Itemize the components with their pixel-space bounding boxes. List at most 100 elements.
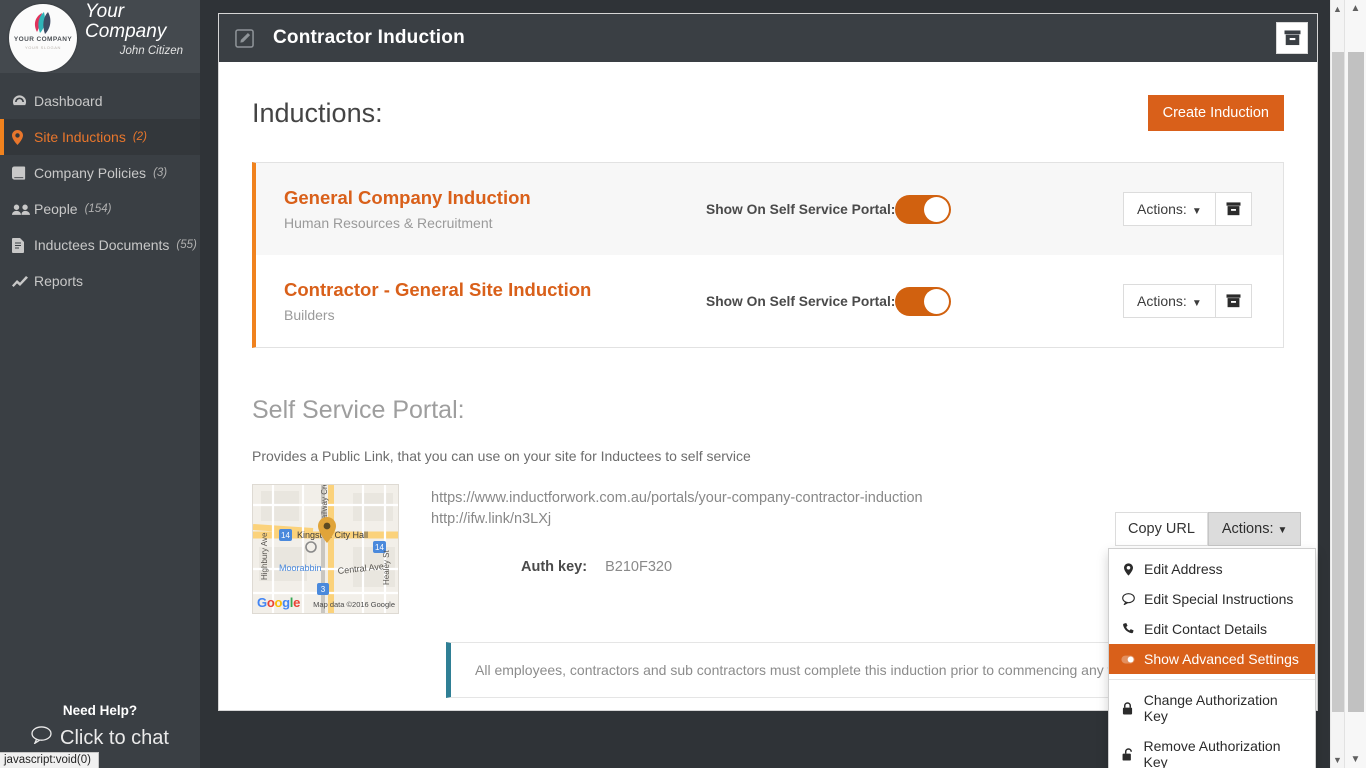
- archive-box-icon: [1226, 294, 1241, 308]
- scroll-up-icon[interactable]: ▲: [1331, 0, 1344, 17]
- browser-scrollbar-thumb[interactable]: [1348, 52, 1364, 712]
- portal-description: Provides a Public Link, that you can use…: [252, 448, 751, 464]
- portal-url-long[interactable]: https://www.inductforwork.com.au/portals…: [431, 488, 1284, 509]
- menu-item-edit-address[interactable]: Edit Address: [1109, 554, 1315, 584]
- induction-archive-button[interactable]: [1215, 192, 1252, 226]
- sidebar-item-count: (154): [84, 203, 112, 215]
- actions-label: Actions:: [1137, 293, 1187, 309]
- map-label-moorabbin: Moorabbin: [279, 563, 322, 573]
- map-street-healey: Healey St: [382, 550, 391, 585]
- panel-header: Contractor Induction: [219, 14, 1317, 62]
- toggle-label: Show On Self Service Portal:: [706, 201, 896, 217]
- copy-url-button[interactable]: Copy URL: [1115, 512, 1208, 546]
- book-icon: [12, 166, 32, 180]
- toggle-label: Show On Self Service Portal:: [706, 293, 896, 309]
- sidebar-item-count: (55): [176, 239, 197, 251]
- scroll-down-icon[interactable]: ▼: [1345, 751, 1366, 768]
- logo-tagline: YOUR SLOGAN: [25, 45, 61, 50]
- induction-row: Contractor - General Site Induction Buil…: [256, 255, 1283, 347]
- archive-box-icon: [1226, 202, 1241, 216]
- sidebar-item-company-policies[interactable]: Company Policies (3): [0, 155, 200, 191]
- brand-text: Your Company John Citizen: [85, 1, 189, 58]
- help-title: Need Help?: [62, 703, 138, 718]
- sidebar-nav: Dashboard Site Inductions (2) Company Po…: [0, 83, 200, 299]
- sidebar-item-label: Company Policies: [34, 165, 147, 181]
- inner-scrollbar[interactable]: ▲ ▼: [1330, 0, 1344, 768]
- sidebar-item-reports[interactable]: Reports: [0, 263, 200, 299]
- menu-item-change-authorization-key[interactable]: Change Authorization Key: [1109, 685, 1315, 731]
- induction-toggle-col: Show On Self Service Portal:: [706, 194, 1123, 224]
- map-route-a: 14: [281, 531, 290, 540]
- click-to-chat-button[interactable]: Click to chat: [0, 726, 200, 750]
- create-induction-button[interactable]: Create Induction: [1147, 95, 1284, 131]
- company-name: Your Company: [85, 1, 167, 42]
- induction-toggle-col: Show On Self Service Portal:: [706, 286, 1123, 316]
- induction-actions-col: Actions: ▼: [1123, 284, 1283, 318]
- map-attribution: Map data ©2016 Google: [313, 600, 395, 609]
- induction-action-group: Actions: ▼: [1123, 284, 1252, 318]
- panel-archive-button[interactable]: [1276, 22, 1308, 54]
- show-on-portal-toggle[interactable]: [895, 286, 952, 316]
- map-street-highbury: Highbury Ave: [260, 532, 269, 580]
- caret-down-icon: ▼: [1277, 525, 1288, 536]
- sidebar-item-people[interactable]: People (154): [0, 191, 200, 227]
- map-thumbnail[interactable]: 14 14 3 Kingston City Hall Moorabbin Cen…: [252, 484, 399, 614]
- map-pin-icon: [1121, 562, 1135, 576]
- comment-icon: [1121, 593, 1135, 605]
- sidebar-item-inductees-documents[interactable]: Inductees Documents (55): [0, 227, 200, 263]
- portal-title: Self Service Portal:: [252, 396, 465, 424]
- help-block: Need Help? Click to chat: [0, 703, 200, 750]
- logo-company-name: YOUR COMPANY: [13, 36, 73, 43]
- app-root: YOUR COMPANY YOUR SLOGAN Your Company Jo…: [0, 0, 1366, 768]
- sidebar-item-label: Dashboard: [34, 93, 103, 109]
- map-route-c: 3: [321, 585, 326, 594]
- induction-title[interactable]: General Company Induction: [284, 187, 706, 209]
- caret-down-icon: ▼: [1191, 298, 1202, 309]
- unlock-icon: [1121, 747, 1135, 761]
- menu-item-label: Remove Authorization Key: [1143, 738, 1281, 768]
- actions-label: Actions:: [1221, 521, 1274, 537]
- induction-actions-button[interactable]: Actions: ▼: [1123, 284, 1216, 318]
- company-logo: YOUR COMPANY YOUR SLOGAN: [9, 4, 77, 72]
- induction-action-group: Actions: ▼: [1123, 192, 1252, 226]
- induction-actions-col: Actions: ▼: [1123, 192, 1283, 226]
- sidebar-item-label: Site Inductions: [34, 129, 126, 145]
- map-pin-icon: [12, 129, 32, 145]
- induction-actions-button[interactable]: Actions: ▼: [1123, 192, 1216, 226]
- google-logo: Google: [257, 595, 301, 610]
- scroll-down-icon[interactable]: ▼: [1331, 751, 1344, 768]
- show-on-portal-toggle[interactable]: [895, 194, 952, 224]
- browser-scrollbar[interactable]: ▲ ▼: [1344, 0, 1366, 768]
- sidebar-item-dashboard[interactable]: Dashboard: [0, 83, 200, 119]
- actions-label: Actions:: [1137, 201, 1187, 217]
- toggle-knob: [924, 196, 950, 222]
- induction-row: General Company Induction Human Resource…: [256, 163, 1283, 255]
- menu-item-edit-special-instructions[interactable]: Edit Special Instructions: [1109, 584, 1315, 614]
- induction-subtitle: Builders: [284, 307, 335, 323]
- induction-name-col: General Company Induction Human Resource…: [256, 187, 706, 231]
- lock-icon: [1121, 701, 1135, 715]
- induction-name-col: Contractor - General Site Induction Buil…: [256, 279, 706, 323]
- browser-status-bar: javascript:void(0): [0, 752, 99, 768]
- sidebar-item-site-inductions[interactable]: Site Inductions (2): [0, 119, 200, 155]
- auth-key-label: Auth key:: [521, 559, 588, 575]
- archive-box-icon: [1284, 30, 1300, 46]
- menu-item-label: Edit Address: [1144, 561, 1223, 577]
- phone-icon: [1121, 623, 1135, 635]
- portal-actions-button[interactable]: Actions: ▼: [1207, 512, 1302, 546]
- menu-item-label: Change Authorization Key: [1143, 692, 1278, 724]
- menu-item-edit-contact-details[interactable]: Edit Contact Details: [1109, 614, 1315, 644]
- scroll-up-icon[interactable]: ▲: [1345, 0, 1366, 17]
- portal-actions-dropdown: Edit Address Edit Special Instructions E…: [1108, 548, 1316, 768]
- induction-archive-button[interactable]: [1215, 284, 1252, 318]
- dashboard-icon: [12, 94, 32, 108]
- chart-line-icon: [12, 275, 32, 288]
- menu-item-remove-authorization-key[interactable]: Remove Authorization Key: [1109, 731, 1315, 768]
- menu-item-label: Show Advanced Settings: [1144, 651, 1299, 667]
- menu-item-label: Edit Special Instructions: [1144, 591, 1294, 607]
- inner-scrollbar-thumb[interactable]: [1332, 52, 1344, 712]
- auth-key-value: B210F320: [605, 559, 673, 575]
- caret-down-icon: ▼: [1191, 206, 1202, 217]
- induction-title[interactable]: Contractor - General Site Induction: [284, 279, 706, 301]
- menu-item-show-advanced-settings[interactable]: Show Advanced Settings: [1109, 644, 1315, 674]
